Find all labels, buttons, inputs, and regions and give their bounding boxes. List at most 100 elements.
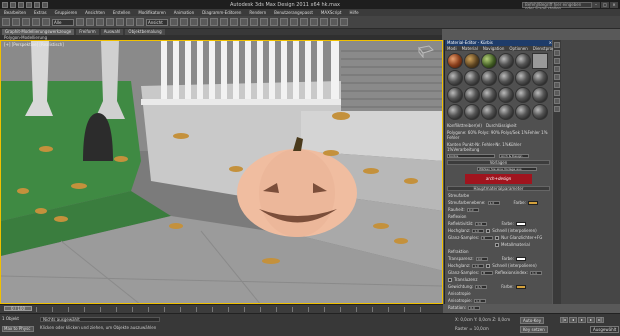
rotate-icon[interactable] bbox=[126, 18, 134, 26]
viewcube-icon[interactable] bbox=[415, 44, 435, 59]
me-menu-item[interactable]: Navigation bbox=[483, 46, 505, 51]
reflection-gloss-spinner[interactable]: 1,0 bbox=[472, 228, 485, 233]
select-by-name-icon[interactable] bbox=[86, 18, 94, 26]
sample-slot[interactable] bbox=[515, 104, 531, 120]
select-object-icon[interactable] bbox=[76, 18, 84, 26]
reflection-color-swatch[interactable] bbox=[515, 221, 526, 226]
sample-slot[interactable] bbox=[498, 104, 514, 120]
pivot-icon[interactable] bbox=[170, 18, 178, 26]
sample-slot-active[interactable] bbox=[532, 53, 548, 69]
metal-material-checkbox[interactable] bbox=[495, 242, 499, 247]
sample-slot[interactable] bbox=[515, 87, 531, 103]
menu-item[interactable]: Erstellen bbox=[113, 10, 131, 15]
reflectivity-spinner[interactable]: 0,6 bbox=[475, 221, 488, 226]
diffuse-level-spinner[interactable]: 1,0 bbox=[487, 200, 500, 205]
rendered-frame-icon[interactable] bbox=[330, 18, 338, 26]
time-slider[interactable]: 0 / 100 bbox=[4, 306, 32, 311]
scale-icon[interactable] bbox=[136, 18, 144, 26]
percent-snap-icon[interactable] bbox=[220, 18, 228, 26]
perspective-viewport[interactable] bbox=[0, 40, 443, 304]
rectangle-selection-icon[interactable] bbox=[96, 18, 104, 26]
selection-filter-dropdown[interactable]: Alle bbox=[52, 18, 74, 26]
save-icon[interactable] bbox=[26, 1, 32, 8]
sample-slot[interactable] bbox=[464, 53, 480, 69]
sample-slot[interactable] bbox=[481, 87, 497, 103]
backlight-icon[interactable] bbox=[554, 50, 560, 56]
templates-rollout[interactable]: Vorlagen bbox=[447, 160, 550, 165]
spinner-snap-icon[interactable] bbox=[230, 18, 238, 26]
sample-slot[interactable] bbox=[498, 70, 514, 86]
maxscript-mini-button[interactable]: Max to Physc bbox=[2, 326, 34, 332]
sample-slot[interactable] bbox=[515, 53, 531, 69]
manipulate-icon[interactable] bbox=[180, 18, 188, 26]
translucency-color-swatch[interactable] bbox=[515, 284, 526, 289]
menu-item[interactable]: Extras bbox=[34, 10, 47, 15]
reference-coordinate-dropdown[interactable]: Ansicht bbox=[146, 18, 168, 26]
make-preview-icon[interactable] bbox=[554, 82, 560, 88]
help-search-input[interactable]: Befehl/Begriff hier eingeben oder Frage … bbox=[522, 1, 592, 10]
video-check-icon[interactable] bbox=[554, 74, 560, 80]
open-file-icon[interactable] bbox=[18, 1, 24, 8]
play-icon[interactable]: ▸ bbox=[578, 317, 586, 323]
menu-item[interactable]: Rendern bbox=[249, 10, 266, 15]
setkey-button[interactable]: Key setzen bbox=[520, 326, 548, 333]
viewport-label[interactable]: [+] [Perspektive] [Realistisch] bbox=[4, 42, 64, 47]
link-icon[interactable] bbox=[22, 18, 30, 26]
autokey-button[interactable]: Auto-Key bbox=[520, 317, 545, 324]
coordinate-display[interactable]: X: 0,0cm Y: 0,0cm Z: 0,0cm bbox=[455, 317, 510, 322]
snap-toggle-icon[interactable] bbox=[200, 18, 208, 26]
keyboard-shortcut-icon[interactable] bbox=[190, 18, 198, 26]
sample-slot[interactable] bbox=[464, 104, 480, 120]
new-file-icon[interactable] bbox=[10, 1, 16, 8]
sample-slot[interactable] bbox=[532, 104, 548, 120]
sample-slot[interactable] bbox=[464, 87, 480, 103]
material-type-button[interactable]: Arch & Design bbox=[499, 154, 529, 158]
key-filter-dropdown[interactable]: Ausgewählt bbox=[590, 326, 620, 333]
redo-button[interactable] bbox=[12, 18, 20, 26]
named-selection-icon[interactable] bbox=[240, 18, 248, 26]
next-frame-icon[interactable]: ▸ bbox=[587, 317, 595, 323]
sample-type-icon[interactable] bbox=[554, 42, 560, 48]
select-by-material-icon[interactable] bbox=[554, 98, 560, 104]
material-name-field[interactable]: Kürbis bbox=[447, 154, 495, 158]
menu-item[interactable]: Gruppieren bbox=[55, 10, 77, 15]
ior-spinner[interactable]: 1,4 bbox=[529, 270, 542, 275]
anisotropy-spinner[interactable]: 1,0 bbox=[473, 298, 486, 303]
menu-item[interactable]: Bearbeiten bbox=[4, 10, 26, 15]
fast-interpolate-checkbox[interactable] bbox=[486, 228, 491, 233]
me-menu-item[interactable]: Material bbox=[462, 46, 478, 51]
curve-editor-icon[interactable] bbox=[290, 18, 298, 26]
maximize-button[interactable]: □ bbox=[601, 1, 609, 8]
sample-slot[interactable] bbox=[532, 87, 548, 103]
sample-slot[interactable] bbox=[447, 104, 463, 120]
reflection-samples-spinner[interactable]: 8 bbox=[481, 235, 494, 240]
graphite-toggle-icon[interactable] bbox=[280, 18, 288, 26]
diffuse-color-swatch[interactable] bbox=[527, 200, 538, 205]
unlink-icon[interactable] bbox=[32, 18, 40, 26]
refraction-gloss-spinner[interactable]: 1,0 bbox=[472, 263, 485, 268]
background-icon[interactable] bbox=[554, 58, 560, 64]
sample-slot[interactable] bbox=[447, 87, 463, 103]
sample-slot[interactable] bbox=[498, 87, 514, 103]
refraction-color-swatch[interactable] bbox=[515, 256, 526, 261]
refraction-fast-checkbox[interactable] bbox=[486, 263, 491, 268]
menu-item[interactable]: Benutzerangepasst bbox=[274, 10, 313, 15]
sample-slot[interactable] bbox=[464, 70, 480, 86]
sample-slot[interactable] bbox=[498, 53, 514, 69]
translucency-checkbox[interactable] bbox=[448, 277, 452, 282]
render-icon[interactable] bbox=[340, 18, 348, 26]
translucency-weight-spinner[interactable]: 0,5 bbox=[475, 284, 488, 289]
options-icon[interactable] bbox=[554, 90, 560, 96]
sample-slot[interactable] bbox=[481, 70, 497, 86]
sample-slot[interactable] bbox=[447, 70, 463, 86]
menu-item[interactable]: MAXScript bbox=[321, 10, 342, 15]
app-menu-icon[interactable] bbox=[2, 1, 8, 8]
minimize-button[interactable]: – bbox=[592, 1, 600, 8]
material-editor-icon[interactable] bbox=[310, 18, 318, 26]
refraction-samples-spinner[interactable]: 8 bbox=[481, 270, 494, 275]
schematic-view-icon[interactable] bbox=[300, 18, 308, 26]
prev-frame-icon[interactable]: ◂ bbox=[569, 317, 577, 323]
sample-slot[interactable] bbox=[515, 70, 531, 86]
transparency-spinner[interactable]: 0,0 bbox=[475, 256, 488, 261]
menu-item[interactable]: Animation bbox=[174, 10, 194, 15]
